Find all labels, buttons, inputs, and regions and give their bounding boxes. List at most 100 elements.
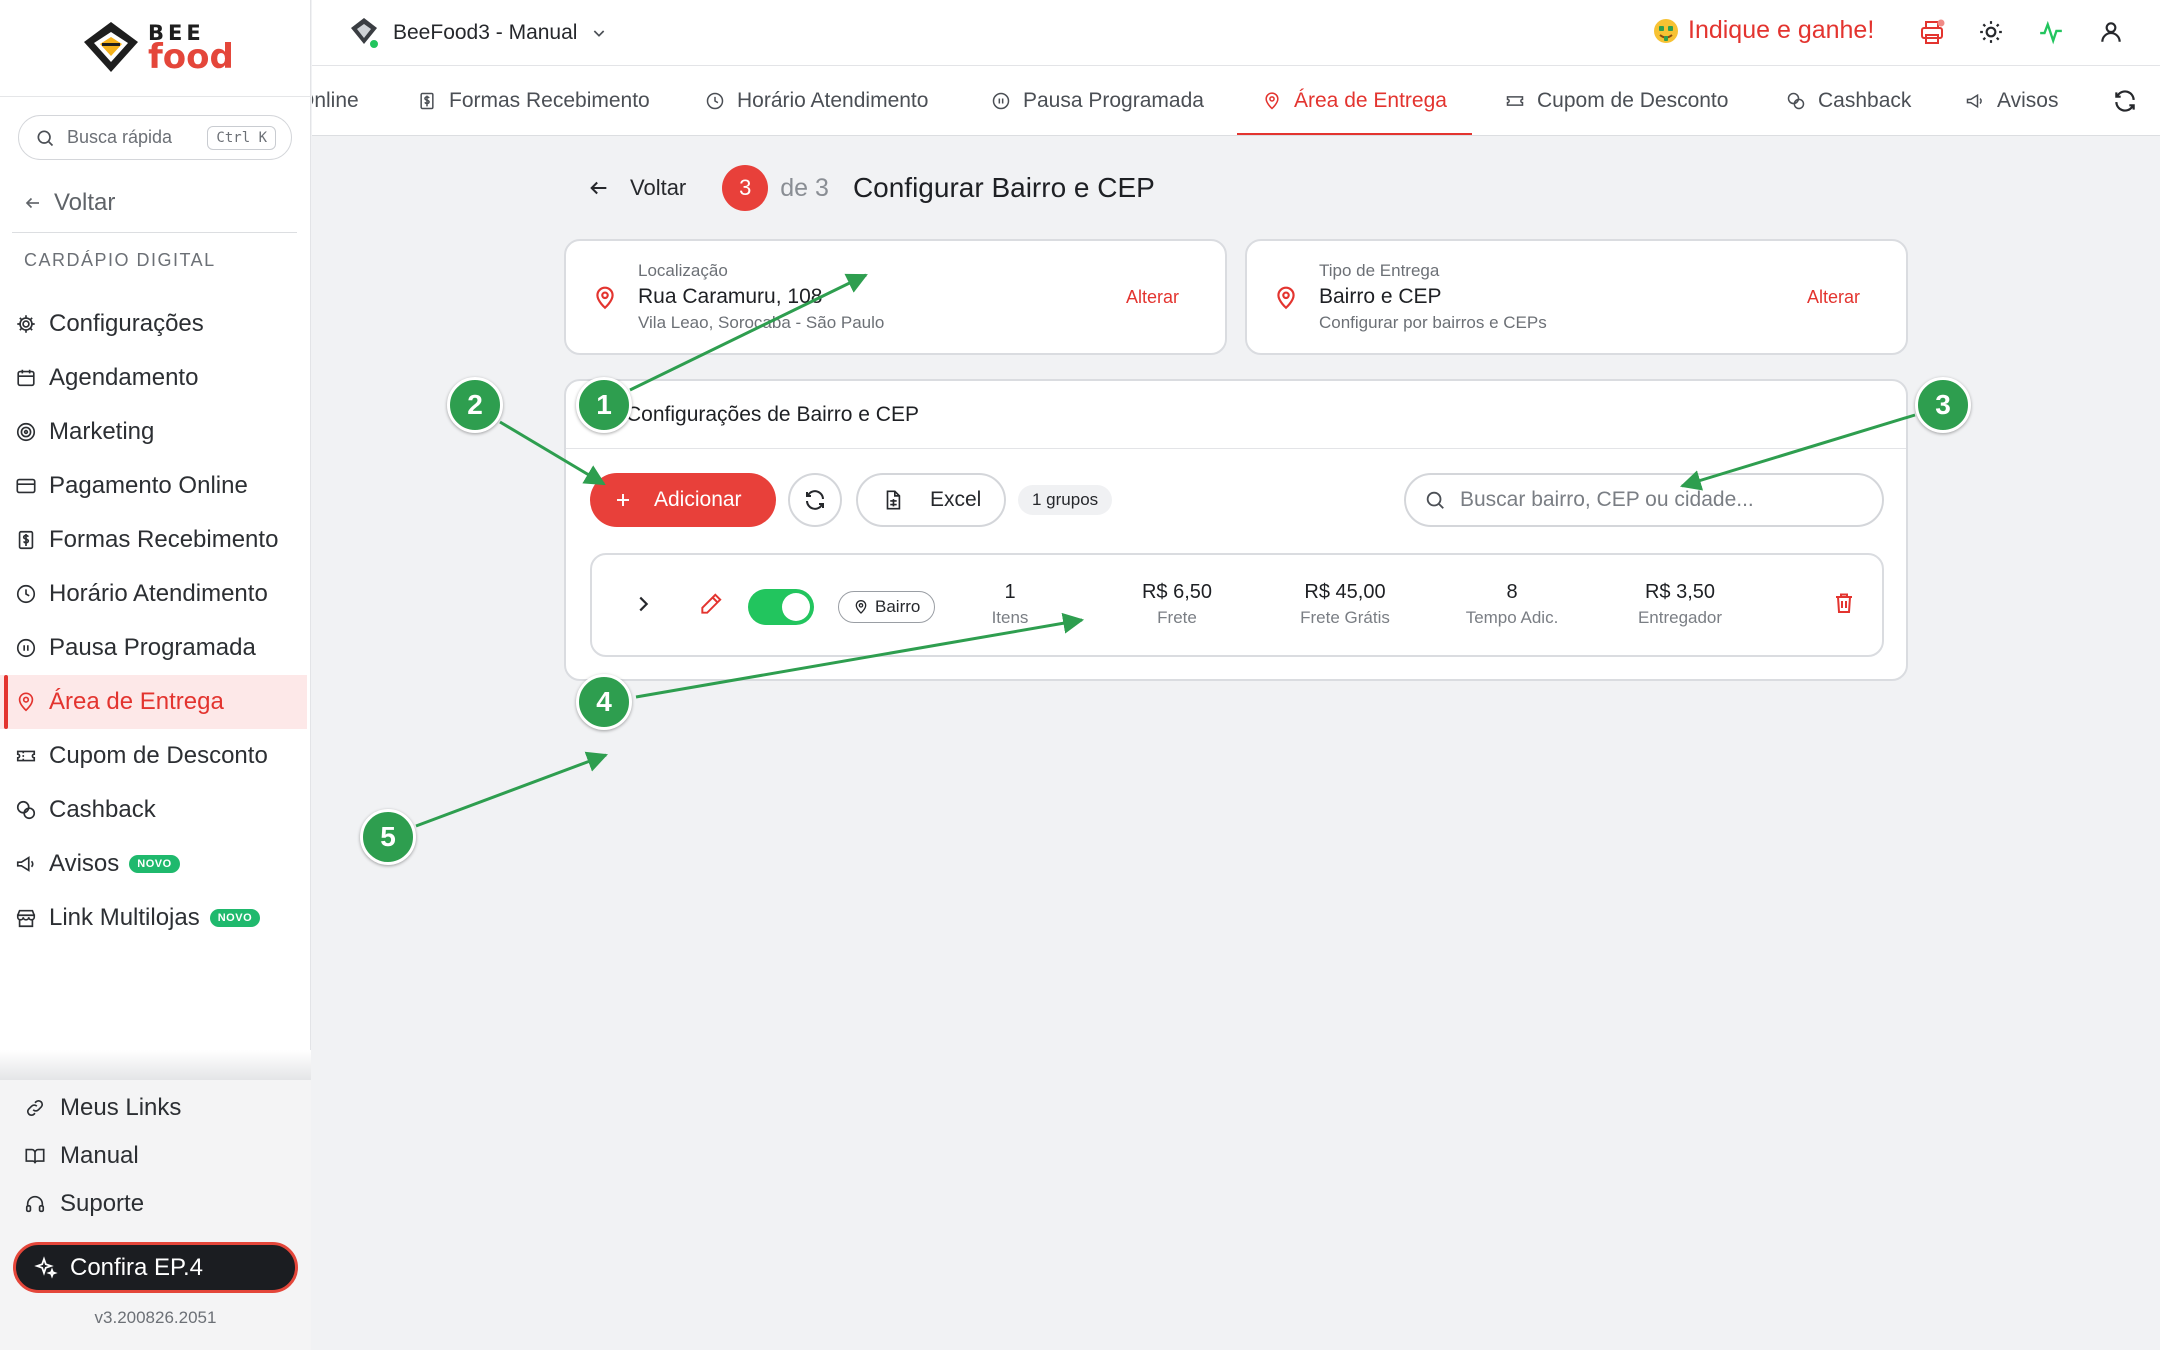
search-placeholder: Busca rápida — [67, 127, 173, 147]
excel-button[interactable]: Excel — [856, 473, 1006, 527]
sidebar-item-meus-links[interactable]: Meus Links — [24, 1094, 181, 1122]
delivery-type-label: Tipo de Entrega — [1319, 261, 1440, 280]
neighborhood-search-input[interactable]: Buscar bairro, CEP ou cidade... — [1404, 473, 1884, 527]
delivery-group-row: Bairro 1 Itens R$ 6,50 Frete R$ 45,00 Fr… — [590, 553, 1884, 657]
sidebar-item-label: Pagamento Online — [49, 472, 248, 499]
pause-circle-icon — [15, 637, 37, 659]
gear-icon — [15, 313, 37, 335]
toggle-knob — [782, 593, 810, 621]
receipt-icon — [417, 91, 437, 111]
annotation-marker-1: 1 — [576, 377, 632, 433]
tab-label: Pausa Programada — [1023, 89, 1204, 112]
tab-avisos[interactable]: Avisos — [1965, 66, 2059, 135]
arrow-left-icon[interactable] — [588, 177, 610, 199]
stat-value: 8 — [1506, 581, 1518, 603]
sun-icon[interactable] — [1978, 19, 2004, 45]
sidebar-item-agendamento[interactable]: Agendamento — [0, 351, 307, 405]
sidebar-item-label: Marketing — [49, 418, 155, 445]
printer-icon[interactable] — [1918, 19, 1946, 47]
sidebar-item-label: Horário Atendimento — [49, 580, 268, 607]
app-version: v3.200826.2051 — [94, 1308, 217, 1327]
credit-card-icon — [15, 475, 37, 497]
store-name: BeeFood3 - Manual — [393, 21, 578, 44]
type-chip: Bairro — [838, 591, 936, 623]
pause-circle-icon — [991, 91, 1011, 111]
tab-cashback[interactable]: Cashback — [1786, 66, 1912, 135]
location-label: Localização — [638, 261, 728, 280]
change-location-button[interactable]: Alterar — [1126, 287, 1179, 308]
sidebar-item-marketing[interactable]: Marketing — [0, 405, 307, 459]
tab-label: Cashback — [1818, 89, 1912, 112]
settings-tabs: Online Formas Recebimento Horário Atendi… — [312, 66, 2160, 136]
trash-icon[interactable] — [1832, 591, 1856, 615]
new-badge: NOVO — [129, 855, 180, 873]
sidebar-item-cupom-de-desconto[interactable]: Cupom de Desconto — [0, 729, 307, 783]
tab-label: Área de Entrega — [1294, 89, 1447, 112]
step-total: de 3 — [780, 173, 829, 202]
map-pin-icon — [592, 285, 618, 311]
sidebar-back-button[interactable]: Voltar — [12, 189, 115, 217]
sidebar-item-manual[interactable]: Manual — [24, 1142, 139, 1170]
refresh-icon[interactable] — [2112, 88, 2138, 114]
divider — [0, 96, 311, 97]
annotation-marker-3: 3 — [1915, 377, 1971, 433]
stat-value: 1 — [1004, 581, 1016, 603]
sidebar-item-link-multilojas[interactable]: Link Multilojas NOVO — [0, 891, 307, 945]
sidebar-item-pagamento-online[interactable]: Pagamento Online — [0, 459, 307, 513]
bee-logo-icon — [80, 20, 142, 76]
refer-and-earn-link[interactable]: Indique e ganhe! — [1652, 16, 1874, 45]
refresh-icon — [803, 488, 827, 512]
activity-icon[interactable] — [2038, 19, 2064, 45]
clock-icon — [705, 91, 725, 111]
clock-icon — [15, 583, 37, 605]
stat-tempo-adicional: 8 Tempo Adic. — [1432, 581, 1592, 628]
sidebar-item-label: Cashback — [49, 796, 156, 823]
sidebar-item-label: Agendamento — [49, 364, 199, 391]
arrow-left-icon — [24, 194, 42, 212]
sidebar-item-label: Configurações — [49, 310, 204, 337]
change-delivery-type-button[interactable]: Alterar — [1807, 287, 1860, 308]
location-value: Rua Caramuru, 108 — [638, 285, 823, 308]
group-enabled-toggle[interactable] — [748, 589, 814, 625]
sidebar-item-pausa-programada[interactable]: Pausa Programada — [0, 621, 307, 675]
store-selector[interactable]: BeeFood3 - Manual — [347, 16, 607, 50]
sparkles-icon — [34, 1255, 58, 1280]
search-icon — [1424, 489, 1446, 511]
stat-label: Frete Grátis — [1300, 608, 1390, 627]
chevron-right-icon[interactable] — [632, 593, 654, 615]
location-card: Localização Rua Caramuru, 108 Vila Leao,… — [564, 239, 1227, 355]
add-button-label: Adicionar — [654, 488, 742, 511]
search-icon — [35, 128, 55, 148]
refresh-button[interactable] — [788, 473, 842, 527]
add-button[interactable]: Adicionar — [590, 473, 776, 527]
sidebar-item-label: Cupom de Desconto — [49, 742, 268, 769]
sidebar-item-formas-recebimento[interactable]: Formas Recebimento — [0, 513, 307, 567]
sidebar-item-avisos[interactable]: Avisos NOVO — [0, 837, 307, 891]
tab-label: Avisos — [1997, 89, 2059, 112]
tab-area-de-entrega[interactable]: Área de Entrega — [1237, 66, 1472, 135]
sidebar-back-label: Voltar — [54, 189, 116, 216]
groups-count-badge: 1 grupos — [1018, 485, 1113, 515]
pencil-icon[interactable] — [698, 591, 724, 617]
quick-search-input[interactable]: Busca rápida Ctrl K — [18, 115, 292, 160]
sidebar-item-cashback[interactable]: Cashback — [0, 783, 307, 837]
user-icon[interactable] — [2098, 19, 2124, 45]
tab-horario-atendimento[interactable]: Horário Atendimento — [705, 66, 928, 135]
sidebar-item-configuracoes[interactable]: Configurações — [0, 297, 307, 351]
sidebar-item-horario-atendimento[interactable]: Horário Atendimento — [0, 567, 307, 621]
wizard-back-button[interactable]: Voltar — [630, 175, 686, 201]
calendar-icon — [15, 367, 37, 389]
tab-cupom-de-desconto[interactable]: Cupom de Desconto — [1505, 66, 1728, 135]
sidebar-item-area-de-entrega[interactable]: Área de Entrega — [0, 675, 307, 729]
megaphone-icon — [15, 853, 37, 875]
confira-episode-button[interactable]: Confira EP.4 — [13, 1242, 298, 1293]
annotation-marker-2: 2 — [447, 377, 503, 433]
sidebar-item-suporte[interactable]: Suporte — [24, 1190, 144, 1218]
cta-label: Confira EP.4 — [70, 1253, 203, 1281]
tab-online[interactable]: Online — [312, 66, 359, 135]
tab-formas-recebimento[interactable]: Formas Recebimento — [417, 66, 650, 135]
brand-logo[interactable]: BEE food — [80, 20, 234, 76]
tab-pausa-programada[interactable]: Pausa Programada — [991, 66, 1204, 135]
panel-header: Configurações de Bairro e CEP — [566, 381, 1906, 449]
top-bar: BeeFood3 - Manual Indique e ganhe! — [312, 0, 2160, 66]
